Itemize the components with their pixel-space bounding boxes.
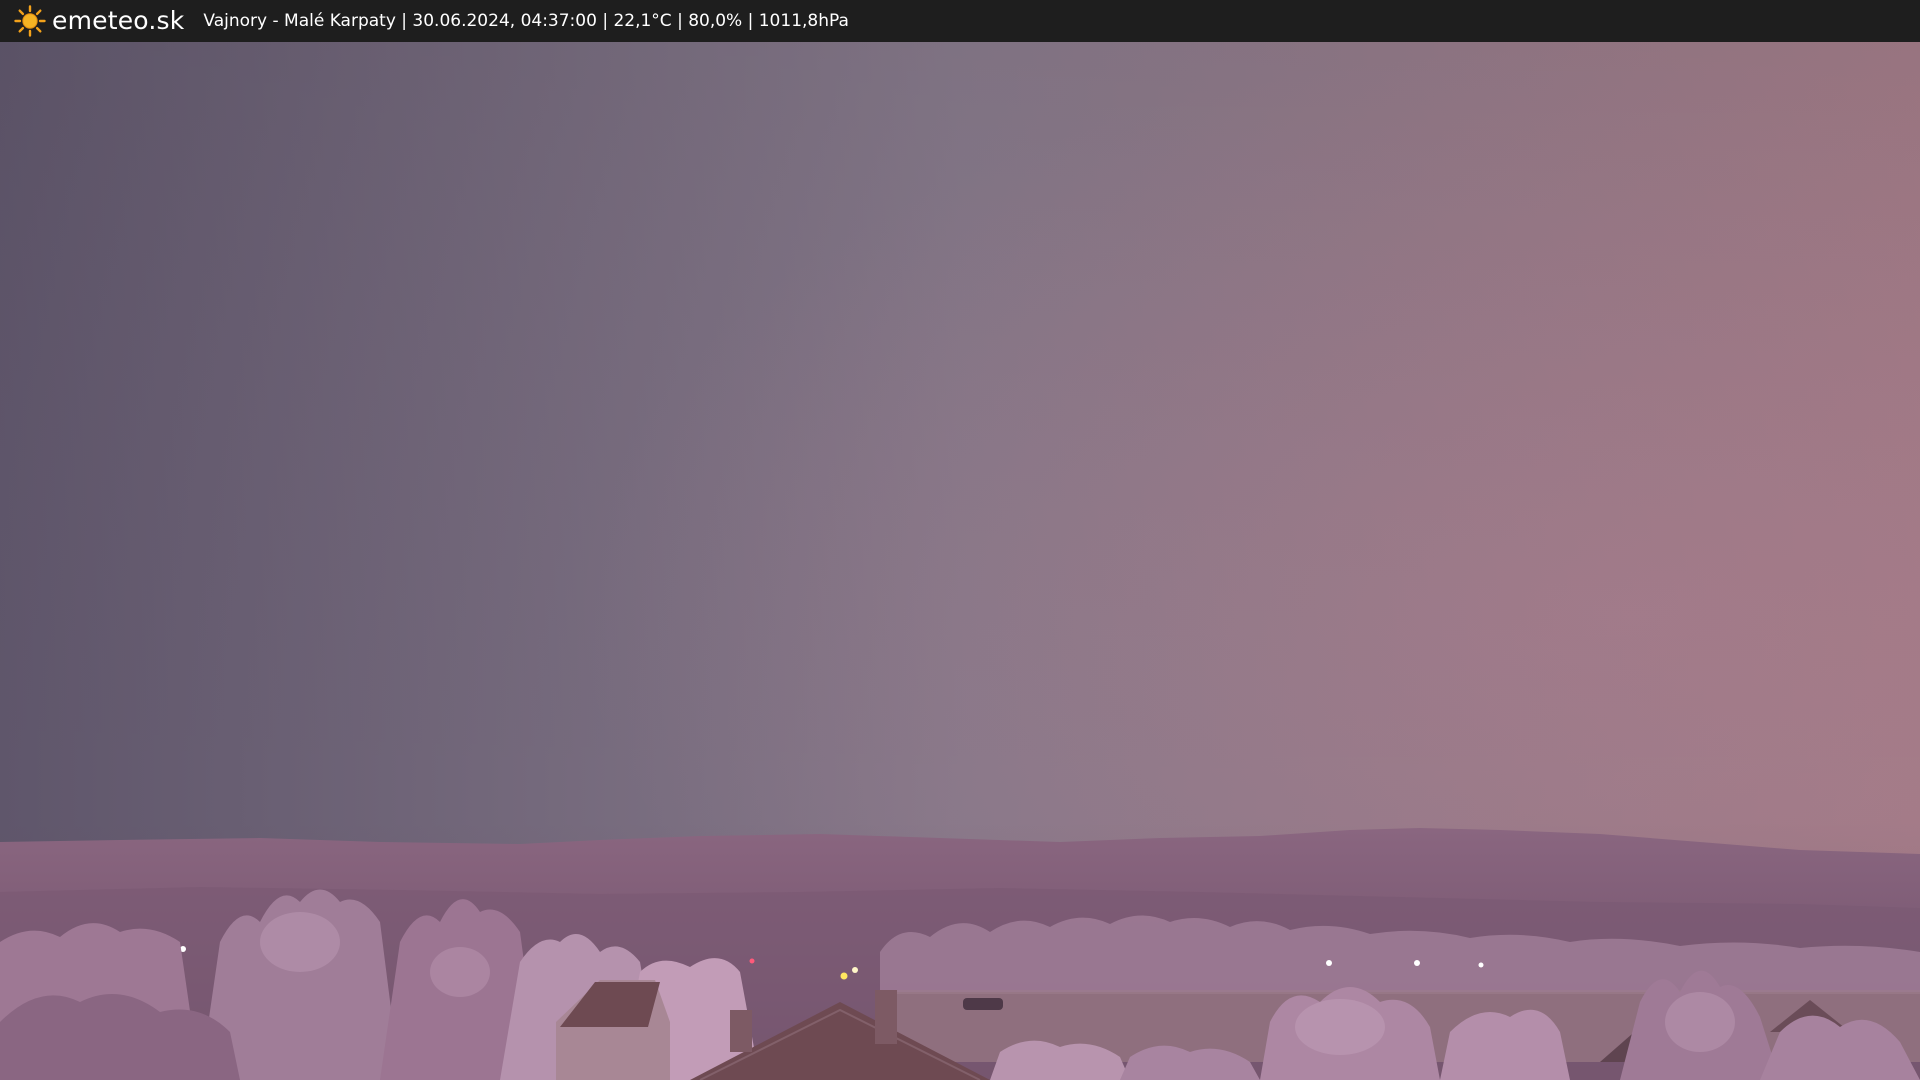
webcam-image <box>0 42 1920 1080</box>
brand-name[interactable]: emeteo.sk <box>52 0 184 42</box>
sun-icon <box>14 5 46 37</box>
webcam-viewer: emeteo.sk Vajnory - Malé Karpaty | 30.06… <box>0 0 1920 1080</box>
site-logo[interactable]: emeteo.sk <box>14 0 184 42</box>
station-caption: Vajnory - Malé Karpaty | 30.06.2024, 04:… <box>203 11 849 31</box>
info-bar: emeteo.sk Vajnory - Malé Karpaty | 30.06… <box>0 0 1920 42</box>
